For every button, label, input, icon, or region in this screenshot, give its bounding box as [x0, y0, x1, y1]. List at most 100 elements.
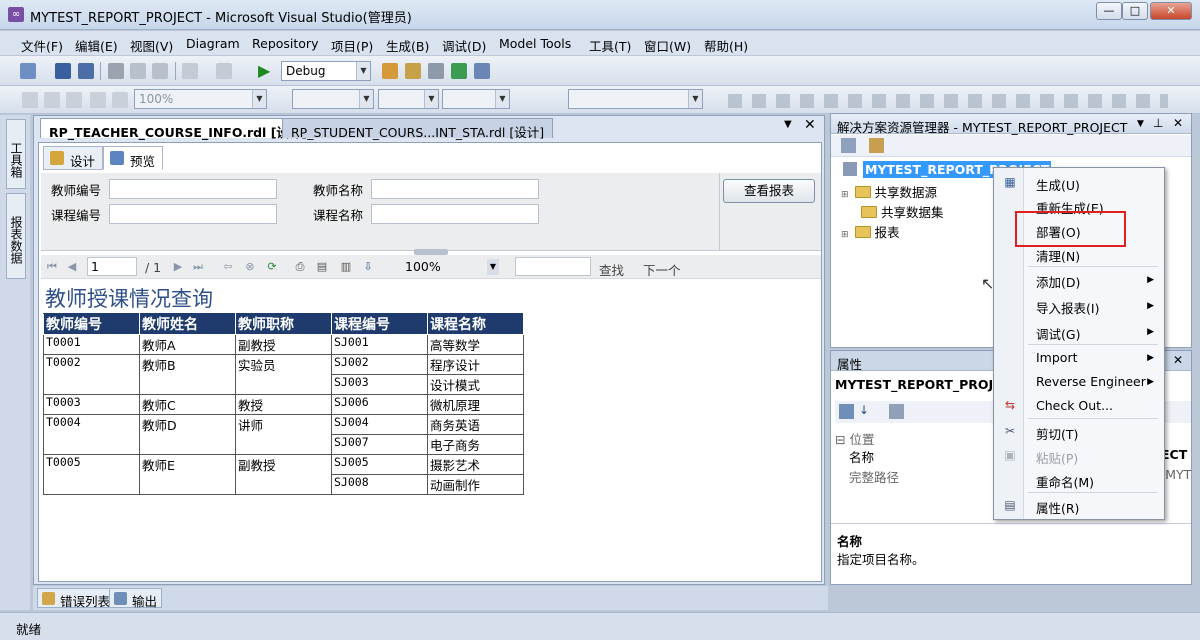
- layout-align-icons[interactable]: [728, 94, 1168, 108]
- dropdown-icon[interactable]: ▼: [1137, 119, 1144, 129]
- tree-item-shared-datasets[interactable]: 共享数据集: [861, 202, 944, 221]
- pin-icon[interactable]: ⊥: [1153, 116, 1163, 130]
- tools-icon[interactable]: [428, 63, 444, 79]
- tab-design[interactable]: 设计: [43, 146, 103, 170]
- maximize-button[interactable]: □: [1122, 2, 1148, 20]
- align-icon[interactable]: [112, 92, 128, 108]
- menu-item-build[interactable]: 生成(U): [1036, 175, 1080, 194]
- chevron-down-icon[interactable]: ▼: [487, 259, 499, 275]
- refresh-icon[interactable]: ⟳: [265, 260, 279, 274]
- save-all-icon[interactable]: [78, 63, 94, 79]
- print-layout-icon[interactable]: ▤: [315, 260, 329, 274]
- menu-file[interactable]: 文件(F): [21, 36, 63, 55]
- start-debug-icon[interactable]: ▶: [258, 61, 270, 80]
- properties-icon[interactable]: [841, 138, 856, 153]
- teacher-no-input[interactable]: [109, 179, 277, 199]
- menu-item-rename[interactable]: 重命名(M): [1036, 472, 1094, 491]
- last-page-icon[interactable]: ⏭: [191, 260, 205, 274]
- find-text-input[interactable]: [515, 257, 591, 276]
- expand-icon[interactable]: ⊞: [841, 190, 849, 200]
- menu-model-tools[interactable]: Model Tools: [499, 36, 571, 51]
- next-page-icon[interactable]: ▶: [171, 260, 185, 274]
- chevron-down-icon[interactable]: ▼: [688, 90, 702, 108]
- close-icon[interactable]: ✕: [1173, 353, 1183, 367]
- redo-icon[interactable]: [216, 63, 232, 79]
- undo-icon[interactable]: [182, 63, 198, 79]
- zoom-select[interactable]: 100% ▼: [401, 257, 499, 276]
- zoom-combo[interactable]: 100% ▼: [134, 89, 267, 109]
- print-icon[interactable]: ⎙: [293, 260, 307, 274]
- toolbox-tab[interactable]: 工具箱: [6, 119, 26, 189]
- menu-debug[interactable]: 调试(D): [442, 36, 486, 55]
- menu-item-import[interactable]: Import: [1036, 350, 1078, 365]
- font-combo[interactable]: ▼: [292, 89, 374, 109]
- menu-repository[interactable]: Repository: [252, 36, 318, 51]
- stop-icon[interactable]: ⊗: [243, 260, 257, 274]
- menu-build[interactable]: 生成(B): [386, 36, 429, 55]
- first-page-icon[interactable]: ⏮: [45, 260, 59, 274]
- paste-icon[interactable]: [152, 63, 168, 79]
- close-document-icon[interactable]: ✕: [804, 117, 816, 133]
- export-icon[interactable]: ⇩: [361, 260, 375, 274]
- previous-page-icon[interactable]: ◀: [65, 260, 79, 274]
- menu-item-add[interactable]: 添加(D): [1036, 272, 1080, 291]
- tree-item-shared-datasources[interactable]: ⊞ 共享数据源: [841, 182, 937, 201]
- command-window-icon[interactable]: [474, 63, 490, 79]
- chevron-down-icon[interactable]: ▼: [359, 90, 373, 108]
- menu-help[interactable]: 帮助(H): [704, 36, 748, 55]
- page-number-input[interactable]: 1: [87, 257, 137, 276]
- menu-item-debug[interactable]: 调试(G): [1036, 324, 1080, 343]
- menu-diagram[interactable]: Diagram: [186, 36, 240, 51]
- course-name-input[interactable]: [371, 204, 539, 224]
- show-all-files-icon[interactable]: [869, 138, 884, 153]
- properties-window-icon[interactable]: [405, 63, 421, 79]
- menu-item-check-out[interactable]: Check Out...: [1036, 398, 1113, 413]
- expand-icon[interactable]: ⊞: [841, 230, 849, 240]
- cut-icon[interactable]: [108, 63, 124, 79]
- menu-project[interactable]: 项目(P): [331, 36, 373, 55]
- group-icon[interactable]: [90, 92, 106, 108]
- save-icon[interactable]: [55, 63, 71, 79]
- chevron-down-icon[interactable]: ▼: [424, 90, 438, 108]
- find-next-link[interactable]: 下一个: [643, 260, 681, 279]
- menu-item-paste[interactable]: 粘贴(P): [1036, 448, 1078, 467]
- menu-edit[interactable]: 编辑(E): [75, 36, 118, 55]
- back-icon[interactable]: ⇦: [221, 260, 235, 274]
- menu-view[interactable]: 视图(V): [130, 36, 173, 55]
- menu-item-clean[interactable]: 清理(N): [1036, 246, 1080, 265]
- window-position-icon[interactable]: ▼: [784, 119, 792, 130]
- solution-config-combo[interactable]: Debug ▼: [281, 61, 371, 81]
- style-combo[interactable]: ▼: [442, 89, 510, 109]
- new-project-icon[interactable]: [20, 63, 36, 79]
- view-report-button[interactable]: 查看报表: [723, 179, 815, 203]
- menu-item-reverse-engineer[interactable]: Reverse Engineer: [1036, 374, 1146, 389]
- doc-tab-teacher-course[interactable]: RP_TEACHER_COURSE_INFO.rdl [设计]: [40, 118, 317, 140]
- chevron-down-icon[interactable]: ▼: [356, 62, 370, 80]
- property-pages-icon[interactable]: [889, 404, 904, 419]
- copy-icon[interactable]: [130, 63, 146, 79]
- menu-window[interactable]: 窗口(W): [644, 36, 691, 55]
- import-icon[interactable]: [451, 63, 467, 79]
- tab-error-list[interactable]: 错误列表: [37, 588, 116, 609]
- menu-item-import-report[interactable]: 导入报表(I): [1036, 298, 1099, 317]
- report-icon[interactable]: [22, 92, 38, 108]
- format-icon[interactable]: [66, 92, 82, 108]
- categorized-icon[interactable]: [839, 404, 854, 419]
- menu-item-properties[interactable]: 属性(R): [1036, 498, 1079, 517]
- report-data-tab[interactable]: 报表数据: [6, 193, 26, 279]
- course-no-input[interactable]: [109, 204, 277, 224]
- page-setup-icon[interactable]: ▥: [339, 260, 353, 274]
- close-button[interactable]: ✕: [1150, 2, 1192, 20]
- property-value[interactable]: \MYT: [1161, 467, 1191, 482]
- tab-preview[interactable]: 预览: [103, 146, 163, 170]
- close-icon[interactable]: ✕: [1173, 116, 1183, 130]
- minimize-button[interactable]: —: [1096, 2, 1122, 20]
- chevron-down-icon[interactable]: ▼: [252, 90, 266, 108]
- page-icon[interactable]: [44, 92, 60, 108]
- tab-output[interactable]: 输出: [109, 588, 163, 609]
- chevron-down-icon[interactable]: ▼: [495, 90, 509, 108]
- tree-item-reports[interactable]: ⊞ 报表: [841, 222, 900, 241]
- menu-tools[interactable]: 工具(T): [589, 36, 631, 55]
- border-combo[interactable]: ▼: [568, 89, 703, 109]
- find-in-files-icon[interactable]: [382, 63, 398, 79]
